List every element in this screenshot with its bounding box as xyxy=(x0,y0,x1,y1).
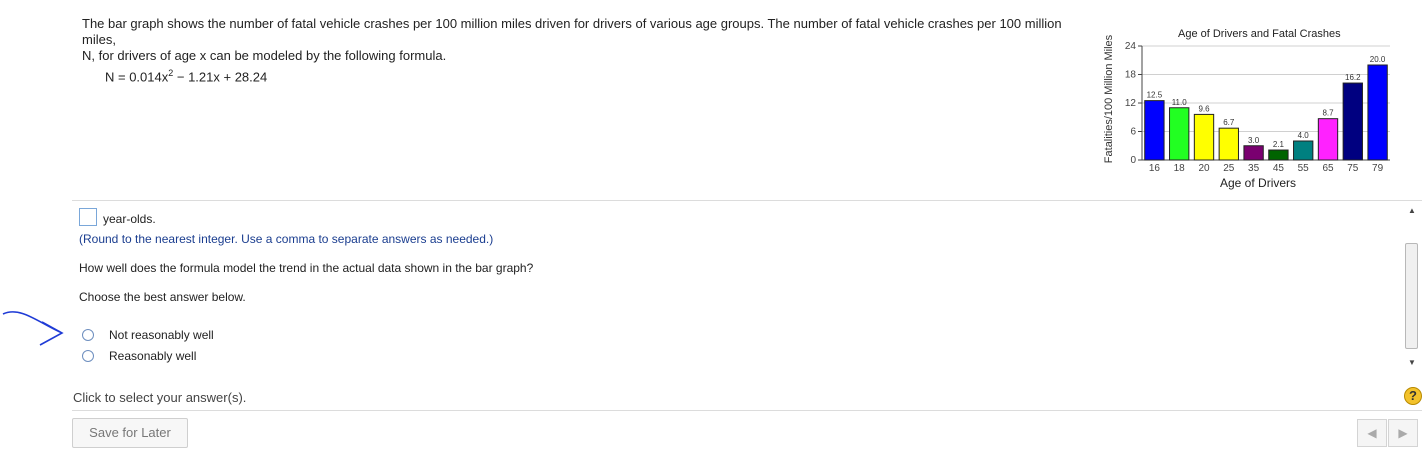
option-label: Reasonably well xyxy=(109,349,197,363)
scroll-down-icon[interactable]: ▼ xyxy=(1408,358,1416,367)
bar xyxy=(1293,140,1314,161)
scroll-up-icon[interactable]: ▲ xyxy=(1408,206,1416,215)
problem-line-2: N, for drivers of age x can be modeled b… xyxy=(82,48,447,63)
bar xyxy=(1317,118,1339,161)
x-tick-label: 16 xyxy=(1149,163,1161,174)
bar-value-label: 3.0 xyxy=(1248,136,1260,145)
bar xyxy=(1169,107,1190,161)
triangle-left-icon: ◀ xyxy=(1367,426,1377,440)
help-icon[interactable]: ? xyxy=(1404,387,1422,405)
option-not-reasonably-well[interactable]: Not reasonably well xyxy=(82,327,282,343)
bar-value-label: 16.2 xyxy=(1345,73,1361,82)
x-tick-label: 65 xyxy=(1322,163,1334,174)
bar-value-label: 12.5 xyxy=(1147,91,1163,100)
bar-value-label: 11.0 xyxy=(1172,98,1188,107)
y-tick-label: 24 xyxy=(1125,41,1137,52)
x-tick-label: 18 xyxy=(1174,163,1186,174)
bar-value-label: 9.6 xyxy=(1198,104,1210,113)
triangle-right-icon: ▶ xyxy=(1398,426,1408,440)
problem-line-1: The bar graph shows the number of fatal … xyxy=(82,16,1062,47)
previous-button[interactable]: ◀ xyxy=(1357,419,1387,447)
option-label: Not reasonably well xyxy=(109,328,214,342)
bar-value-label: 8.7 xyxy=(1322,109,1334,118)
option-reasonably-well[interactable]: Reasonably well xyxy=(82,348,282,364)
bar xyxy=(1268,149,1289,161)
scroll-thumb[interactable] xyxy=(1405,243,1418,349)
status-text: Click to select your answer(s). xyxy=(73,390,247,405)
bar-value-label: 4.0 xyxy=(1298,131,1310,140)
annotation-arrow xyxy=(2,311,64,346)
bar xyxy=(1144,100,1165,161)
divider-top xyxy=(72,200,1422,201)
problem-statement: The bar graph shows the number of fatal … xyxy=(82,16,1092,64)
bar xyxy=(1193,113,1215,161)
rounding-hint: (Round to the nearest integer. Use a com… xyxy=(79,232,494,246)
next-button[interactable]: ▶ xyxy=(1388,419,1418,447)
formula-suffix: − 1.21x + 28.24 xyxy=(173,69,268,85)
answer-input[interactable] xyxy=(79,208,97,226)
bar xyxy=(1218,127,1239,161)
y-tick-label: 0 xyxy=(1130,155,1136,166)
bar-chart: 0 6 12 18 24 12.5 16 11.0 18 9.6 20 6.7 25 3.0 35 2.1 45… xyxy=(1125,41,1390,174)
x-tick-label: 45 xyxy=(1273,163,1285,174)
bar-value-label: 6.7 xyxy=(1223,118,1235,127)
x-tick-label: 25 xyxy=(1223,163,1235,174)
x-tick-label: 79 xyxy=(1372,163,1384,174)
save-for-later-button[interactable]: Save for Later xyxy=(72,418,188,448)
radio-button[interactable] xyxy=(82,329,94,341)
x-tick-label: 55 xyxy=(1298,163,1310,174)
answer-unit-text: year-olds. xyxy=(103,212,156,226)
question-text: How well does the formula model the tren… xyxy=(79,261,534,275)
bar xyxy=(1342,82,1363,161)
bar xyxy=(1243,145,1264,161)
y-tick-label: 12 xyxy=(1125,98,1137,109)
x-tick-label: 75 xyxy=(1347,163,1359,174)
y-tick-label: 6 xyxy=(1130,127,1136,138)
bar-value-label: 20.0 xyxy=(1370,55,1386,64)
y-tick-label: 18 xyxy=(1125,70,1137,81)
instruction-text: Choose the best answer below. xyxy=(79,290,246,304)
vertical-scrollbar[interactable]: ▲ ▼ xyxy=(1403,203,1421,375)
chart-y-axis-label: Fatalities/100 Million Miles xyxy=(1103,34,1115,164)
x-tick-label: 20 xyxy=(1198,163,1210,174)
x-tick-label: 35 xyxy=(1248,163,1260,174)
radio-button[interactable] xyxy=(82,350,94,362)
divider-bottom xyxy=(72,410,1422,411)
bar-value-label: 2.1 xyxy=(1273,140,1285,149)
bar xyxy=(1367,64,1388,161)
formula: N = 0.014x2 − 1.21x + 28.24 xyxy=(105,68,267,84)
chart-x-axis-label: Age of Drivers xyxy=(1220,176,1297,190)
formula-prefix: N = 0.014x xyxy=(105,69,169,85)
